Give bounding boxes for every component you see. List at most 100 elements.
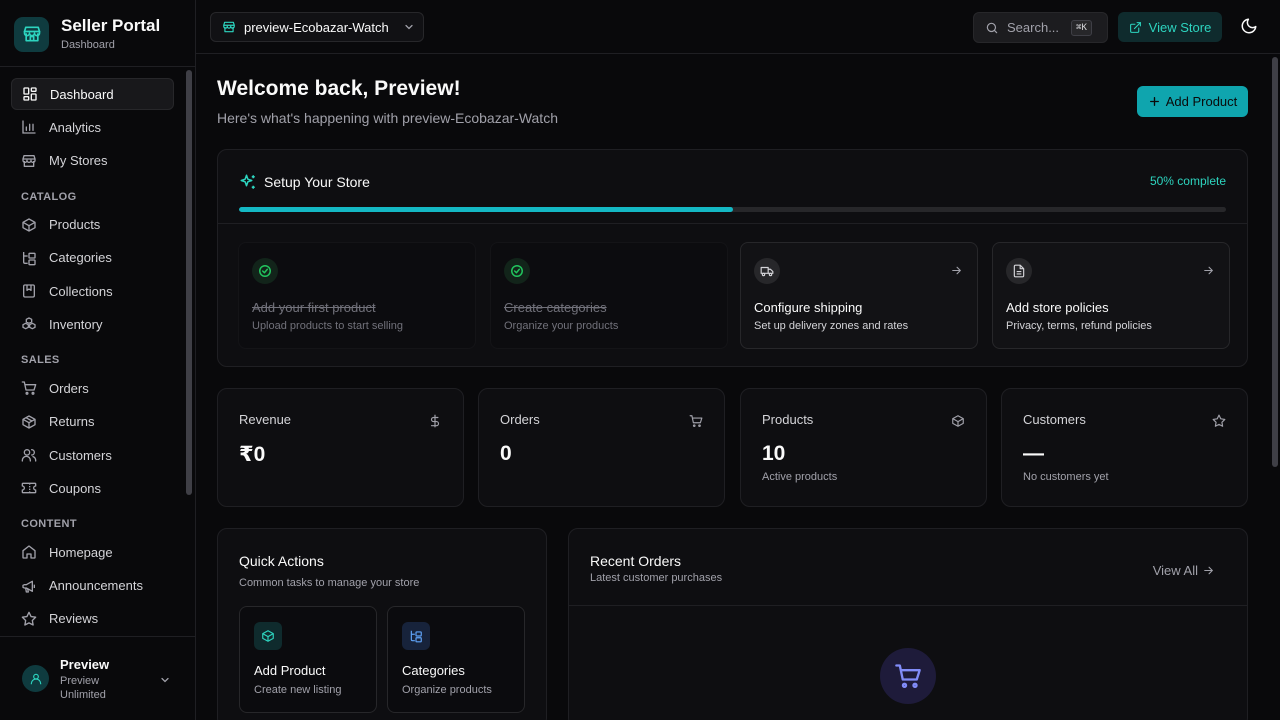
sidebar-item-label: Inventory [49,316,103,332]
chevron-down-icon [405,24,413,30]
stat-value: 10 [762,442,786,465]
sidebar-item-label: Coupons [49,480,102,496]
sidebar-item-label: Reviews [49,611,99,627]
step-title: Add your first product [252,300,376,315]
chevron-down-icon [159,674,171,686]
brand-subtitle: Dashboard [61,39,115,51]
dashboard-icon [23,87,37,101]
brand-title: Seller Portal [61,16,161,35]
view-store-button[interactable]: View Store [1118,12,1222,42]
store-selector-label: preview-Ecobazar-Watch [244,19,389,35]
sidebar-item-announcements[interactable]: Announcements [11,570,174,602]
quick-action-desc: Organize products [402,684,492,696]
dollar-icon [428,414,442,428]
sidebar-item-my-stores[interactable]: My Stores [11,145,174,177]
truck-icon [754,258,780,284]
users-icon [21,449,37,462]
arrow-right-icon [1204,566,1214,575]
user-avatar-icon [22,665,49,692]
step-title: Add store policies [1006,300,1109,315]
stat-value: ₹0 [239,443,266,466]
sidebar-section-sales: SALES [21,354,60,367]
view-all-label: View All [1152,563,1198,578]
quick-action-categories[interactable]: Categories Organize products [387,606,525,713]
check-circle-icon [504,258,530,284]
setup-step-add-product[interactable]: Add your first product Upload products t… [238,242,476,349]
stat-label: Products [762,412,814,427]
sidebar-item-analytics[interactable]: Analytics [11,111,174,143]
sidebar-section-catalog: CATALOG [21,190,77,203]
page-subtitle: Here's what's happening with preview-Eco… [217,110,558,126]
cart-icon [21,381,37,396]
stat-card-orders[interactable]: Orders 0 [478,388,725,507]
search-input[interactable]: Search... ⌘K [973,12,1108,43]
sidebar-item-homepage[interactable]: Homepage [11,536,174,568]
sidebar-item-customers[interactable]: Customers [11,439,174,471]
main-scrollbar[interactable] [1272,57,1278,467]
sidebar-scrollbar[interactable] [186,70,192,495]
document-icon [1006,258,1032,284]
add-product-label: Add Product [1165,94,1238,109]
quick-action-desc: Create new listing [254,684,342,696]
sidebar-item-label: Homepage [49,544,113,560]
sidebar: Seller Portal Dashboard Dashboard Analyt… [0,0,196,720]
sidebar-item-coupons[interactable]: Coupons [11,472,174,504]
divider [569,605,1247,606]
sidebar-section-content: CONTENT [21,518,77,531]
sidebar-item-categories[interactable]: Categories [11,242,174,274]
sidebar-item-label: Collections [49,283,113,299]
add-product-button[interactable]: Add Product [1137,86,1248,117]
sidebar-item-label: Returns [49,414,95,430]
setup-progress-bar [239,207,1226,212]
folder-tree-icon [402,622,430,650]
topbar: preview-Ecobazar-Watch Search... ⌘K View… [196,0,1280,54]
setup-step-store-policies[interactable]: Add store policies Privacy, terms, refun… [992,242,1230,349]
cart-icon [689,414,703,428]
sidebar-item-products[interactable]: Products [11,209,174,241]
package-icon [22,217,36,232]
user-name: Preview [60,657,110,672]
theme-toggle-moon-icon[interactable] [1240,17,1258,35]
quick-actions-subtitle: Common tasks to manage your store [239,577,420,589]
sparkles-icon [240,174,255,189]
stat-value: — [1023,442,1044,465]
step-desc: Upload products to start selling [252,320,404,332]
sidebar-divider [0,66,195,67]
stat-card-products[interactable]: Products 10 Active products [740,388,987,507]
sidebar-item-label: Analytics [49,119,102,135]
step-desc: Set up delivery zones and rates [754,320,909,332]
view-all-link[interactable]: View All [1153,563,1215,578]
return-package-icon [22,415,36,429]
sidebar-item-returns[interactable]: Returns [11,406,174,438]
stat-value: 0 [500,442,512,465]
sidebar-item-inventory[interactable]: Inventory [11,308,174,340]
sidebar-item-orders[interactable]: Orders [11,372,174,404]
stat-sub: Active products [762,471,838,483]
search-icon [986,22,998,33]
stat-card-customers[interactable]: Customers — No customers yet [1001,388,1248,507]
sidebar-item-reviews[interactable]: Reviews [11,603,174,635]
setup-step-configure-shipping[interactable]: Configure shipping Set up delivery zones… [740,242,978,349]
store-selector[interactable]: preview-Ecobazar-Watch [210,12,424,42]
quick-action-add-product[interactable]: Add Product Create new listing [239,606,377,713]
sidebar-item-dashboard[interactable]: Dashboard [11,78,174,110]
stat-label: Orders [500,412,540,427]
step-title: Configure shipping [754,300,863,315]
check-circle-icon [252,258,278,284]
package-icon [951,414,965,428]
sidebar-item-label: My Stores [49,153,108,169]
star-icon [1212,414,1226,428]
sidebar-item-collections[interactable]: Collections [11,275,174,307]
bar-chart-icon [22,120,36,134]
setup-step-create-categories[interactable]: Create categories Organize your products [490,242,728,349]
stat-card-revenue[interactable]: Revenue ₹0 [217,388,464,507]
step-desc: Privacy, terms, refund policies [1006,320,1152,332]
step-title: Create categories [504,300,607,315]
view-store-label: View Store [1148,19,1212,35]
store-icon [223,21,235,33]
brand[interactable]: Seller Portal Dashboard [14,16,160,52]
user-menu[interactable]: Preview Preview Unlimited [0,636,195,720]
quick-action-title: Categories [402,663,465,678]
ticket-icon [21,483,37,494]
sidebar-item-label: Products [49,217,101,233]
